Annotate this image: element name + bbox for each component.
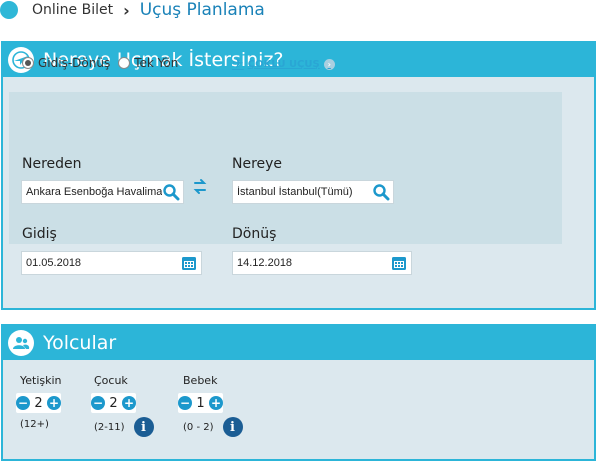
from-input[interactable] xyxy=(22,181,162,203)
info-icon[interactable]: i xyxy=(222,417,243,437)
adult-range-row: (12+) xyxy=(16,419,62,430)
depart-label: Gidiş xyxy=(22,226,57,242)
users-icon xyxy=(8,330,34,356)
passengers-panel-header: Yolcular xyxy=(3,326,594,360)
pax-child: Çocuk − 2 + (2-11) i xyxy=(91,374,154,437)
minus-icon[interactable]: − xyxy=(91,396,105,410)
breadcrumb-online-bilet[interactable]: Online Bilet xyxy=(32,2,113,18)
radio-round-trip[interactable]: Gidiş-Dönüş xyxy=(22,56,110,70)
plus-icon[interactable]: + xyxy=(47,396,61,410)
child-count: 2 xyxy=(109,395,118,411)
infant-range: (0 - 2) xyxy=(183,421,214,433)
child-stepper: − 2 + xyxy=(91,393,136,413)
chevron-right-icon[interactable]: › xyxy=(323,58,335,70)
home-icon[interactable] xyxy=(0,1,18,19)
breadcrumb-separator-icon: › xyxy=(123,0,130,20)
to-label: Nereye xyxy=(232,156,283,172)
pax-adult: Yetişkin − 2 + (12+) xyxy=(16,374,62,430)
adult-stepper: − 2 + xyxy=(16,393,61,413)
pax-adult-label: Yetişkin xyxy=(20,374,62,387)
from-field[interactable] xyxy=(21,180,184,204)
pax-infant-label: Bebek xyxy=(183,374,218,387)
return-date-input[interactable] xyxy=(233,252,391,274)
depart-date-input[interactable] xyxy=(22,252,181,274)
breadcrumb: Online Bilet › Uçuş Planlama xyxy=(0,0,265,20)
minus-icon[interactable]: − xyxy=(16,396,30,410)
radio-one-way-dot[interactable] xyxy=(118,57,131,69)
return-date-field[interactable] xyxy=(232,251,412,275)
radio-one-way[interactable]: Tek Yön xyxy=(118,56,178,70)
adult-count: 2 xyxy=(34,395,43,411)
search-icon[interactable] xyxy=(162,183,180,201)
multi-flight-link[interactable]: ✈ ÇOKLU UÇUŞ › xyxy=(232,56,335,72)
pax-infant: Bebek − 1 + (0 - 2) i xyxy=(178,374,243,437)
swap-icon[interactable] xyxy=(192,178,208,196)
search-icon[interactable] xyxy=(372,183,390,201)
minus-icon[interactable]: − xyxy=(178,396,192,410)
plus-icon[interactable]: + xyxy=(209,396,223,410)
flight-form-area xyxy=(9,92,562,244)
radio-one-way-label: Tek Yön xyxy=(134,56,179,70)
infant-stepper: − 1 + xyxy=(178,393,223,413)
depart-date-field[interactable] xyxy=(21,251,202,275)
plane-icon: ✈ xyxy=(232,56,244,72)
calendar-icon[interactable] xyxy=(181,255,197,271)
infant-range-row: (0 - 2) i xyxy=(178,417,243,437)
radio-round-trip-dot[interactable] xyxy=(22,57,34,69)
return-label: Dönüş xyxy=(232,226,277,242)
adult-range: (12+) xyxy=(20,419,49,430)
from-label: Nereden xyxy=(22,156,82,172)
trip-type-group: Gidiş-Dönüş Tek Yön xyxy=(22,56,186,70)
plus-icon[interactable]: + xyxy=(122,396,136,410)
info-icon[interactable]: i xyxy=(133,417,154,437)
child-range: (2-11) xyxy=(94,421,125,433)
radio-round-trip-label: Gidiş-Dönüş xyxy=(38,56,111,70)
pax-child-label: Çocuk xyxy=(94,374,128,387)
passengers-panel-title: Yolcular xyxy=(43,332,117,354)
to-input[interactable] xyxy=(233,181,372,203)
child-range-row: (2-11) i xyxy=(91,417,154,437)
multi-flight-label[interactable]: ÇOKLU UÇUŞ xyxy=(248,59,320,70)
infant-count: 1 xyxy=(196,395,205,411)
page-title: Uçuş Planlama xyxy=(139,0,265,20)
to-field[interactable] xyxy=(232,180,394,204)
calendar-icon[interactable] xyxy=(391,255,407,271)
